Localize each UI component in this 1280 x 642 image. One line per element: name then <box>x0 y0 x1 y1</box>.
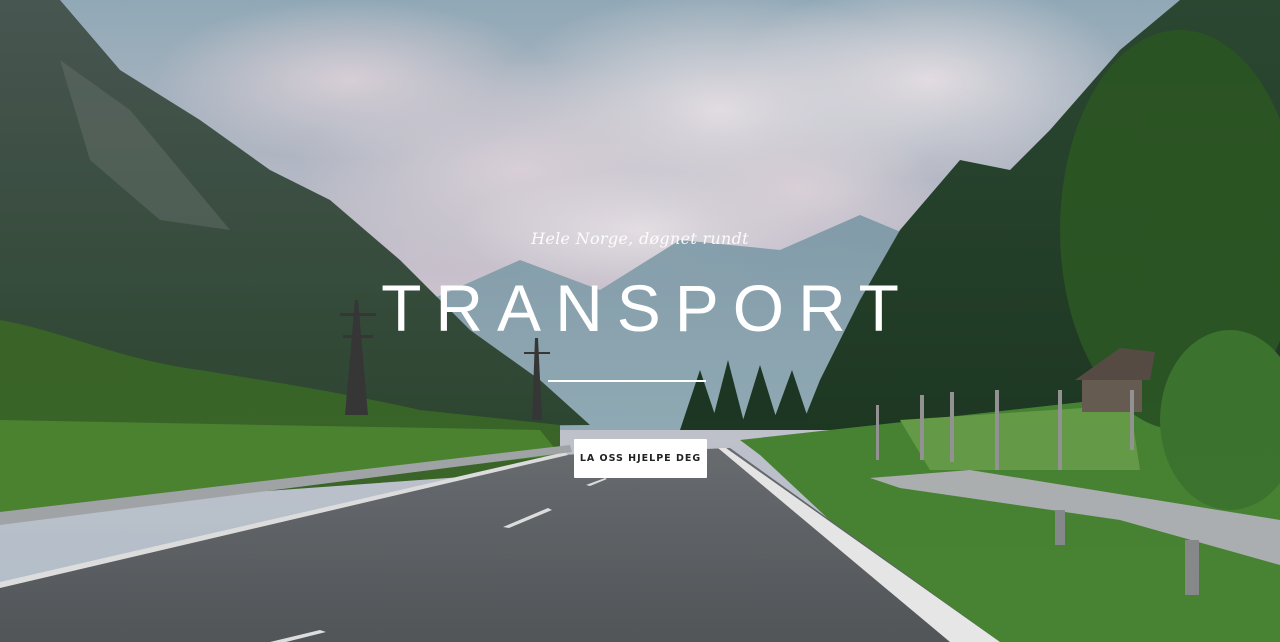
hero-tagline: Hele Norge, døgnet rundt <box>531 229 749 248</box>
hero-section: Hele Norge, døgnet rundt TRANSPORT LA OS… <box>0 0 1280 642</box>
help-cta-button[interactable]: LA OSS HJELPE DEG <box>574 439 707 478</box>
hero-title: TRANSPORT <box>381 271 913 345</box>
hero-content: Hele Norge, døgnet rundt TRANSPORT LA OS… <box>0 0 1280 642</box>
title-divider <box>548 380 706 382</box>
